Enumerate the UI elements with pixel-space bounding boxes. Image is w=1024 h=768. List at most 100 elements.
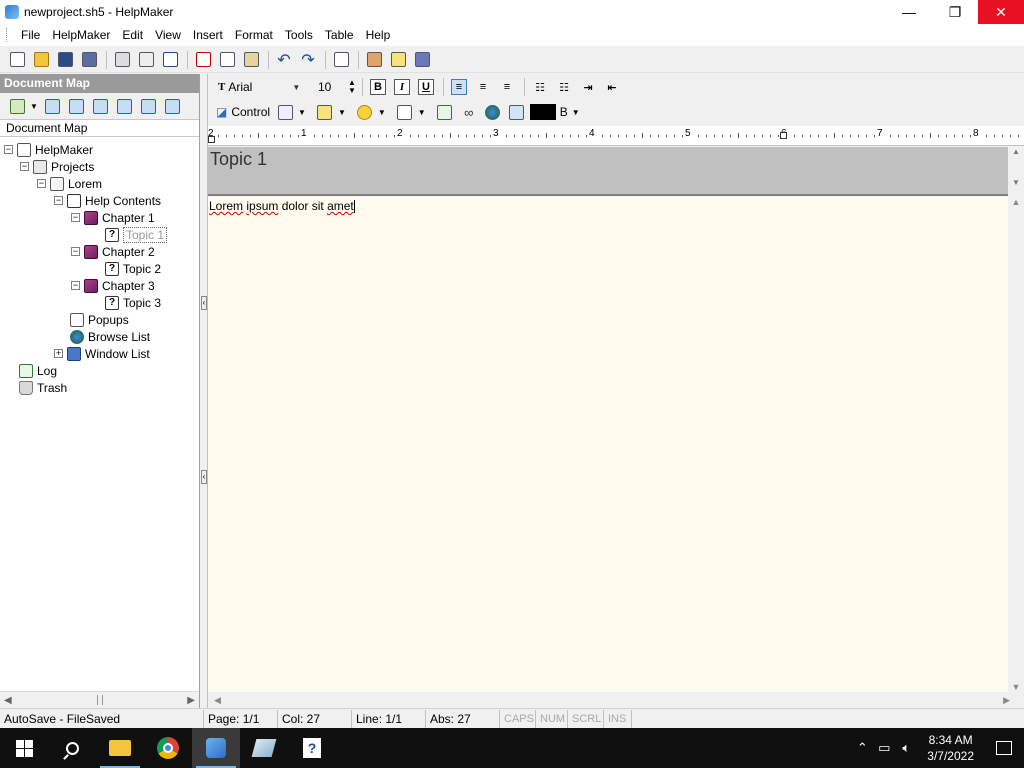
move-left-icon[interactable] — [90, 95, 112, 117]
copy-icon[interactable] — [216, 49, 238, 71]
clock[interactable]: 8:34 AM 3/7/2022 — [917, 732, 984, 764]
tree-item-topic-1[interactable]: ? Topic 1 — [0, 226, 199, 243]
tree-item-topic-2[interactable]: ? Topic 2 — [0, 260, 199, 277]
underline-button[interactable]: U — [415, 76, 437, 98]
emoticon-icon[interactable] — [354, 101, 376, 123]
cut-icon[interactable] — [192, 49, 214, 71]
minimize-button[interactable]: — — [886, 0, 932, 24]
tree-item-helpmaker[interactable]: − HelpMaker — [0, 141, 199, 158]
add-item-dropdown-icon[interactable]: ▼ — [30, 102, 38, 111]
menu-table[interactable]: Table — [319, 24, 360, 46]
editor-content[interactable]: Lorem ipsum dolor sit amet — [208, 197, 1016, 215]
topic-title-area[interactable]: Topic 1 — [208, 147, 1016, 196]
tree-item-log[interactable]: Log — [0, 362, 199, 379]
book-icon[interactable] — [411, 49, 433, 71]
menu-insert[interactable]: Insert — [187, 24, 229, 46]
item-properties-icon[interactable] — [66, 95, 88, 117]
menu-format[interactable]: Format — [229, 24, 279, 46]
restore-button[interactable]: ❐ — [932, 0, 978, 24]
control-button[interactable]: ◪ Control — [212, 101, 274, 123]
chevron-down-icon[interactable]: ▼ — [292, 83, 300, 92]
taskbar-helpmaker[interactable] — [192, 728, 240, 768]
tree-item-popups[interactable]: Popups — [0, 311, 199, 328]
collapse-left-icon[interactable]: ‹ — [201, 470, 207, 484]
align-left-button[interactable]: ≡ — [448, 76, 470, 98]
move-right-icon[interactable] — [162, 95, 184, 117]
collapse-left-icon[interactable]: ‹ — [201, 296, 207, 310]
undo-icon[interactable]: ↶ — [273, 49, 295, 71]
scroll-up-icon[interactable]: ▲ — [1008, 147, 1024, 156]
insert-web-link-icon[interactable] — [482, 101, 504, 123]
new-file-icon[interactable] — [6, 49, 28, 71]
menu-tools[interactable]: Tools — [279, 24, 319, 46]
tree-item-browse-list[interactable]: Browse List — [0, 328, 199, 345]
tree-item-window-list[interactable]: + Window List — [0, 345, 199, 362]
expand-icon[interactable]: + — [54, 349, 63, 358]
taskbar-help-app[interactable]: ? — [288, 728, 336, 768]
tree-item-help-contents[interactable]: − Help Contents — [0, 192, 199, 209]
taskbar-file-explorer[interactable] — [96, 728, 144, 768]
scroll-left-icon[interactable]: ◀ — [214, 695, 221, 706]
taskbar-tool-app[interactable] — [240, 728, 288, 768]
font-size-dropdown[interactable]: 10 — [312, 77, 348, 97]
scroll-right-icon[interactable]: ▶ — [187, 695, 195, 706]
panel-splitter[interactable]: ‹ ‹ — [200, 74, 208, 708]
text-color-swatch[interactable] — [529, 104, 556, 120]
scroll-thumb[interactable] — [96, 695, 103, 705]
insert-symbol-icon[interactable] — [434, 101, 456, 123]
redo-icon[interactable]: ↷ — [297, 49, 319, 71]
chevron-up-icon[interactable]: ⌃ — [851, 740, 873, 756]
help-icon[interactable] — [387, 49, 409, 71]
bold-button[interactable]: B — [367, 76, 389, 98]
collapse-icon[interactable]: − — [71, 281, 80, 290]
tree-item-chapter-1[interactable]: − Chapter 1 — [0, 209, 199, 226]
helpmaker-app-icon[interactable] — [5, 5, 19, 19]
tree-item-chapter-2[interactable]: − Chapter 2 — [0, 243, 199, 260]
chevron-down-icon[interactable]: ▼ — [338, 108, 346, 117]
collapse-icon[interactable]: − — [71, 213, 80, 222]
move-up-icon[interactable] — [114, 95, 136, 117]
italic-button[interactable]: I — [391, 76, 413, 98]
topic-title[interactable]: Topic 1 — [210, 149, 267, 170]
scroll-down-icon[interactable]: ▼ — [1008, 682, 1024, 692]
topic-editor[interactable]: Lorem ipsum dolor sit amet — [208, 197, 1016, 692]
insert-field-icon[interactable] — [394, 101, 416, 123]
open-folder-icon[interactable] — [30, 49, 52, 71]
left-indent-marker[interactable] — [208, 136, 215, 143]
menu-grip[interactable] — [6, 28, 9, 42]
insert-link-icon[interactable]: ∞ — [458, 101, 480, 123]
chevron-down-icon[interactable]: ▼ — [572, 108, 580, 117]
align-center-button[interactable]: ≡ — [472, 76, 494, 98]
collapse-icon[interactable]: − — [71, 247, 80, 256]
numbering-button[interactable]: ☷ — [553, 76, 575, 98]
move-down-icon[interactable] — [138, 95, 160, 117]
save-icon[interactable] — [54, 49, 76, 71]
right-indent-marker[interactable] — [780, 132, 787, 139]
action-center-button[interactable] — [984, 728, 1024, 768]
align-right-button[interactable]: ≡ — [496, 76, 518, 98]
spellcheck-icon[interactable] — [159, 49, 181, 71]
scroll-down-icon[interactable]: ▼ — [1008, 178, 1024, 187]
scroll-up-icon[interactable]: ▲ — [1008, 197, 1024, 207]
close-button[interactable]: ✕ — [978, 0, 1024, 24]
chevron-down-icon[interactable]: ▼ — [298, 108, 306, 117]
tree-item-topic-3[interactable]: ? Topic 3 — [0, 294, 199, 311]
editor-hscrollbar[interactable]: ◀ ▶ — [208, 692, 1016, 708]
edit-item-icon[interactable] — [42, 95, 64, 117]
taskbar-search-button[interactable] — [48, 728, 96, 768]
collapse-icon[interactable]: − — [37, 179, 46, 188]
menu-file[interactable]: File — [15, 24, 46, 46]
add-item-icon[interactable] — [6, 95, 28, 117]
menu-helpmaker[interactable]: HelpMaker — [46, 24, 116, 46]
tree-item-projects[interactable]: − Projects — [0, 158, 199, 175]
collapse-icon[interactable]: − — [54, 196, 63, 205]
volume-icon[interactable]: 🔈︎ — [895, 740, 917, 756]
collapse-icon[interactable]: − — [4, 145, 13, 154]
network-icon[interactable]: ▭ — [873, 740, 895, 756]
tree-item-chapter-3[interactable]: − Chapter 3 — [0, 277, 199, 294]
tree-item-trash[interactable]: Trash — [0, 379, 199, 396]
taskbar-chrome[interactable] — [144, 728, 192, 768]
document-map-hscrollbar[interactable]: ◀ ▶ — [0, 691, 199, 708]
background-color-label[interactable]: B — [560, 105, 568, 119]
properties-icon[interactable] — [330, 49, 352, 71]
